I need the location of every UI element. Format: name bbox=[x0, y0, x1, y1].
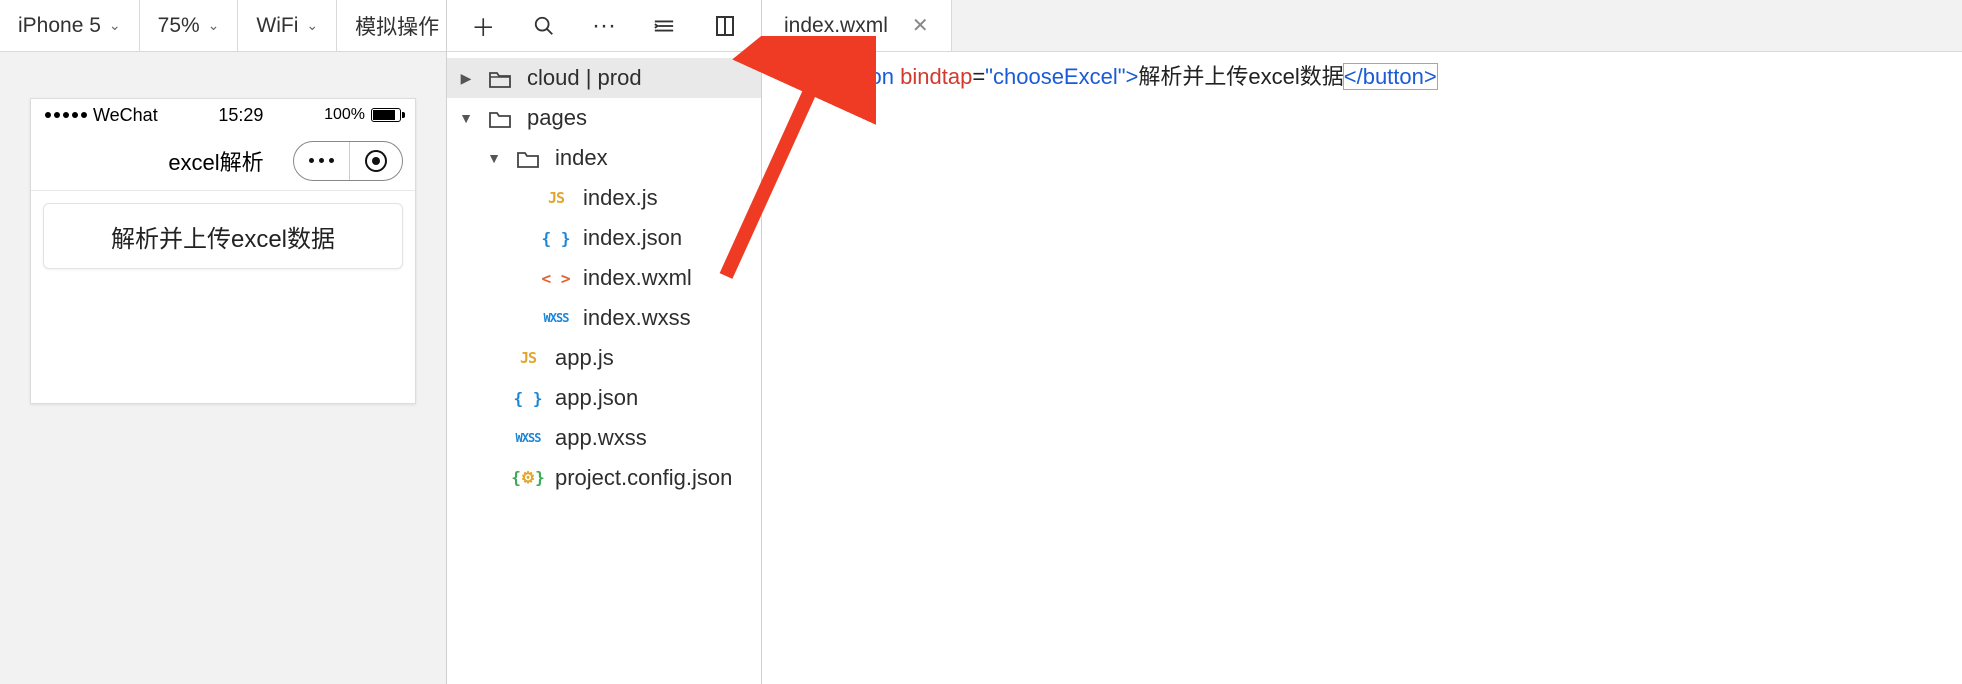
chevron-down-icon: ⌄ bbox=[306, 17, 318, 34]
search-button[interactable] bbox=[524, 6, 564, 46]
chevron-down-icon: ⌄ bbox=[208, 17, 220, 34]
more-icon[interactable] bbox=[294, 142, 350, 180]
nav-bar: excel解析 bbox=[31, 131, 415, 191]
tree-node-label: index bbox=[555, 145, 608, 171]
tree-node-label: project.config.json bbox=[555, 465, 732, 491]
split-button[interactable] bbox=[705, 6, 745, 46]
device-selector[interactable]: iPhone 5 ⌄ bbox=[0, 0, 140, 51]
add-file-button[interactable]: ＋ bbox=[463, 6, 503, 46]
battery-icon bbox=[371, 108, 401, 122]
sim-actions-label: 模拟操作 bbox=[355, 11, 439, 41]
collapse-button[interactable] bbox=[644, 6, 684, 46]
simulator-pane: WeChat 15:29 100% excel解析 解析并上传excel数据 bbox=[0, 52, 446, 684]
tree-node-label: app.json bbox=[555, 385, 638, 411]
file-tree[interactable]: ▶ cloud | prod ▼ pages ▼ index JSindex.js{ }in… bbox=[447, 52, 761, 504]
tab-index-wxml[interactable]: index.wxml ✕ bbox=[762, 0, 952, 51]
device-name: iPhone 5 bbox=[18, 14, 101, 38]
disclosure-down-icon: ▼ bbox=[487, 150, 501, 166]
tree-node-label: pages bbox=[527, 105, 587, 131]
chevron-down-icon: ⌄ bbox=[109, 17, 121, 34]
clock-label: 15:29 bbox=[218, 105, 263, 126]
network-value: WiFi bbox=[256, 14, 298, 38]
tree-node-label: index.wxml bbox=[583, 265, 692, 291]
carrier-label: WeChat bbox=[93, 105, 158, 126]
tree-node-cloud-prod[interactable]: ▶ cloud | prod bbox=[447, 58, 761, 98]
explorer-toolbar: ＋ ··· bbox=[447, 0, 761, 52]
tree-node-app-wxss[interactable]: WXSSapp.wxss bbox=[447, 418, 761, 458]
status-bar: WeChat 15:29 100% bbox=[31, 99, 415, 131]
explorer-pane: ＋ ··· ▶ cloud | prod ▼ pages ▼ index JSindex.j… bbox=[446, 0, 762, 684]
tree-node-app-json[interactable]: { }app.json bbox=[447, 378, 761, 418]
tree-node-index[interactable]: ▼ index bbox=[447, 138, 761, 178]
phone-frame: WeChat 15:29 100% excel解析 解析并上传excel数据 bbox=[30, 98, 416, 404]
disclosure-down-icon: ▼ bbox=[459, 110, 473, 126]
tree-node-index-json[interactable]: { }index.json bbox=[447, 218, 761, 258]
tree-node-label: index.js bbox=[583, 185, 658, 211]
more-button[interactable]: ··· bbox=[584, 6, 624, 46]
tab-bar: index.wxml ✕ bbox=[762, 0, 1962, 52]
search-icon bbox=[533, 15, 555, 37]
tree-node-index-wxss[interactable]: WXSSindex.wxss bbox=[447, 298, 761, 338]
tree-node-label: cloud | prod bbox=[527, 65, 642, 91]
close-target-icon[interactable] bbox=[350, 150, 402, 172]
disclosure-right-icon: ▶ bbox=[459, 70, 473, 87]
tree-node-label: index.wxss bbox=[583, 305, 691, 331]
code-line-1[interactable]: <button bindtap="chooseExcel">解析并上传excel… bbox=[820, 62, 1437, 684]
app-body: 解析并上传excel数据 bbox=[31, 191, 415, 281]
tree-node-label: app.js bbox=[555, 345, 614, 371]
tree-node-index-js[interactable]: JSindex.js bbox=[447, 178, 761, 218]
battery-pct: 100% bbox=[324, 106, 365, 124]
tree-node-index-wxml[interactable]: < >index.wxml bbox=[447, 258, 761, 298]
upload-excel-button[interactable]: 解析并上传excel数据 bbox=[43, 203, 403, 269]
tab-label: index.wxml bbox=[784, 14, 888, 38]
tree-node-project-config-json[interactable]: {⚙}project.config.json bbox=[447, 458, 761, 498]
close-tab-icon[interactable]: ✕ bbox=[912, 13, 929, 38]
tree-node-label: app.wxss bbox=[555, 425, 647, 451]
capsule-button[interactable] bbox=[293, 141, 403, 181]
split-icon bbox=[715, 15, 735, 37]
zoom-selector[interactable]: 75% ⌄ bbox=[140, 0, 239, 51]
line-gutter: 1 bbox=[762, 62, 820, 684]
line-number: 1 bbox=[762, 62, 806, 92]
signal-icon bbox=[45, 112, 87, 118]
tree-node-app-js[interactable]: JSapp.js bbox=[447, 338, 761, 378]
network-selector[interactable]: WiFi ⌄ bbox=[238, 0, 337, 51]
page-title: excel解析 bbox=[139, 145, 293, 177]
zoom-value: 75% bbox=[158, 14, 200, 38]
collapse-icon bbox=[653, 17, 675, 35]
editor-pane: index.wxml ✕ 1 <button bindtap="chooseEx… bbox=[762, 0, 1962, 684]
tree-node-pages[interactable]: ▼ pages bbox=[447, 98, 761, 138]
code-editor[interactable]: 1 <button bindtap="chooseExcel">解析并上传exc… bbox=[762, 52, 1962, 684]
tree-node-label: index.json bbox=[583, 225, 682, 251]
